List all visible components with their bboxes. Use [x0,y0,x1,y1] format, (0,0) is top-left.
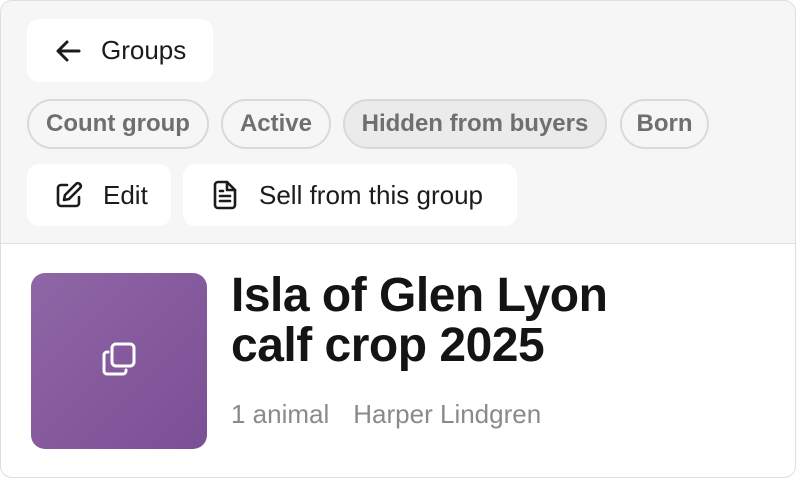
back-button-label: Groups [101,35,187,65]
group-title-line-1: Isla of Glen Lyon [231,269,608,322]
tag-hidden-from-buyers[interactable]: Hidden from buyers [343,99,607,149]
copy-stack-icon [100,340,138,383]
back-to-groups-button[interactable]: Groups [27,19,213,82]
tag-label: Count group [46,110,190,137]
tag-born[interactable]: Born [620,99,709,149]
tag-count-group[interactable]: Count group [27,99,209,149]
tag-label: Active [239,110,313,137]
tag-label: Born [636,110,693,137]
edit-button[interactable]: Edit [27,164,171,226]
tag-label: Hidden from buyers [361,110,589,137]
group-thumbnail [31,273,207,449]
group-header-panel: Groups Count group Active Hidden from bu… [1,1,795,244]
arrow-left-icon [53,35,85,67]
owner-name: Harper Lindgren [353,399,542,429]
sell-from-group-button[interactable]: Sell from this group [183,164,517,226]
group-meta: 1 animal Harper Lindgren [231,399,541,430]
tag-active[interactable]: Active [221,99,331,149]
sell-button-label: Sell from this group [259,179,483,210]
pencil-edit-icon [53,179,85,211]
group-title-line-2: calf crop 2025 [231,319,545,372]
group-card: Groups Count group Active Hidden from bu… [0,0,796,478]
group-title: Isla of Glen Lyon calf crop 2025 [231,271,751,371]
document-icon [209,179,241,211]
edit-button-label: Edit [103,179,148,210]
animal-count: 1 animal [231,399,330,429]
